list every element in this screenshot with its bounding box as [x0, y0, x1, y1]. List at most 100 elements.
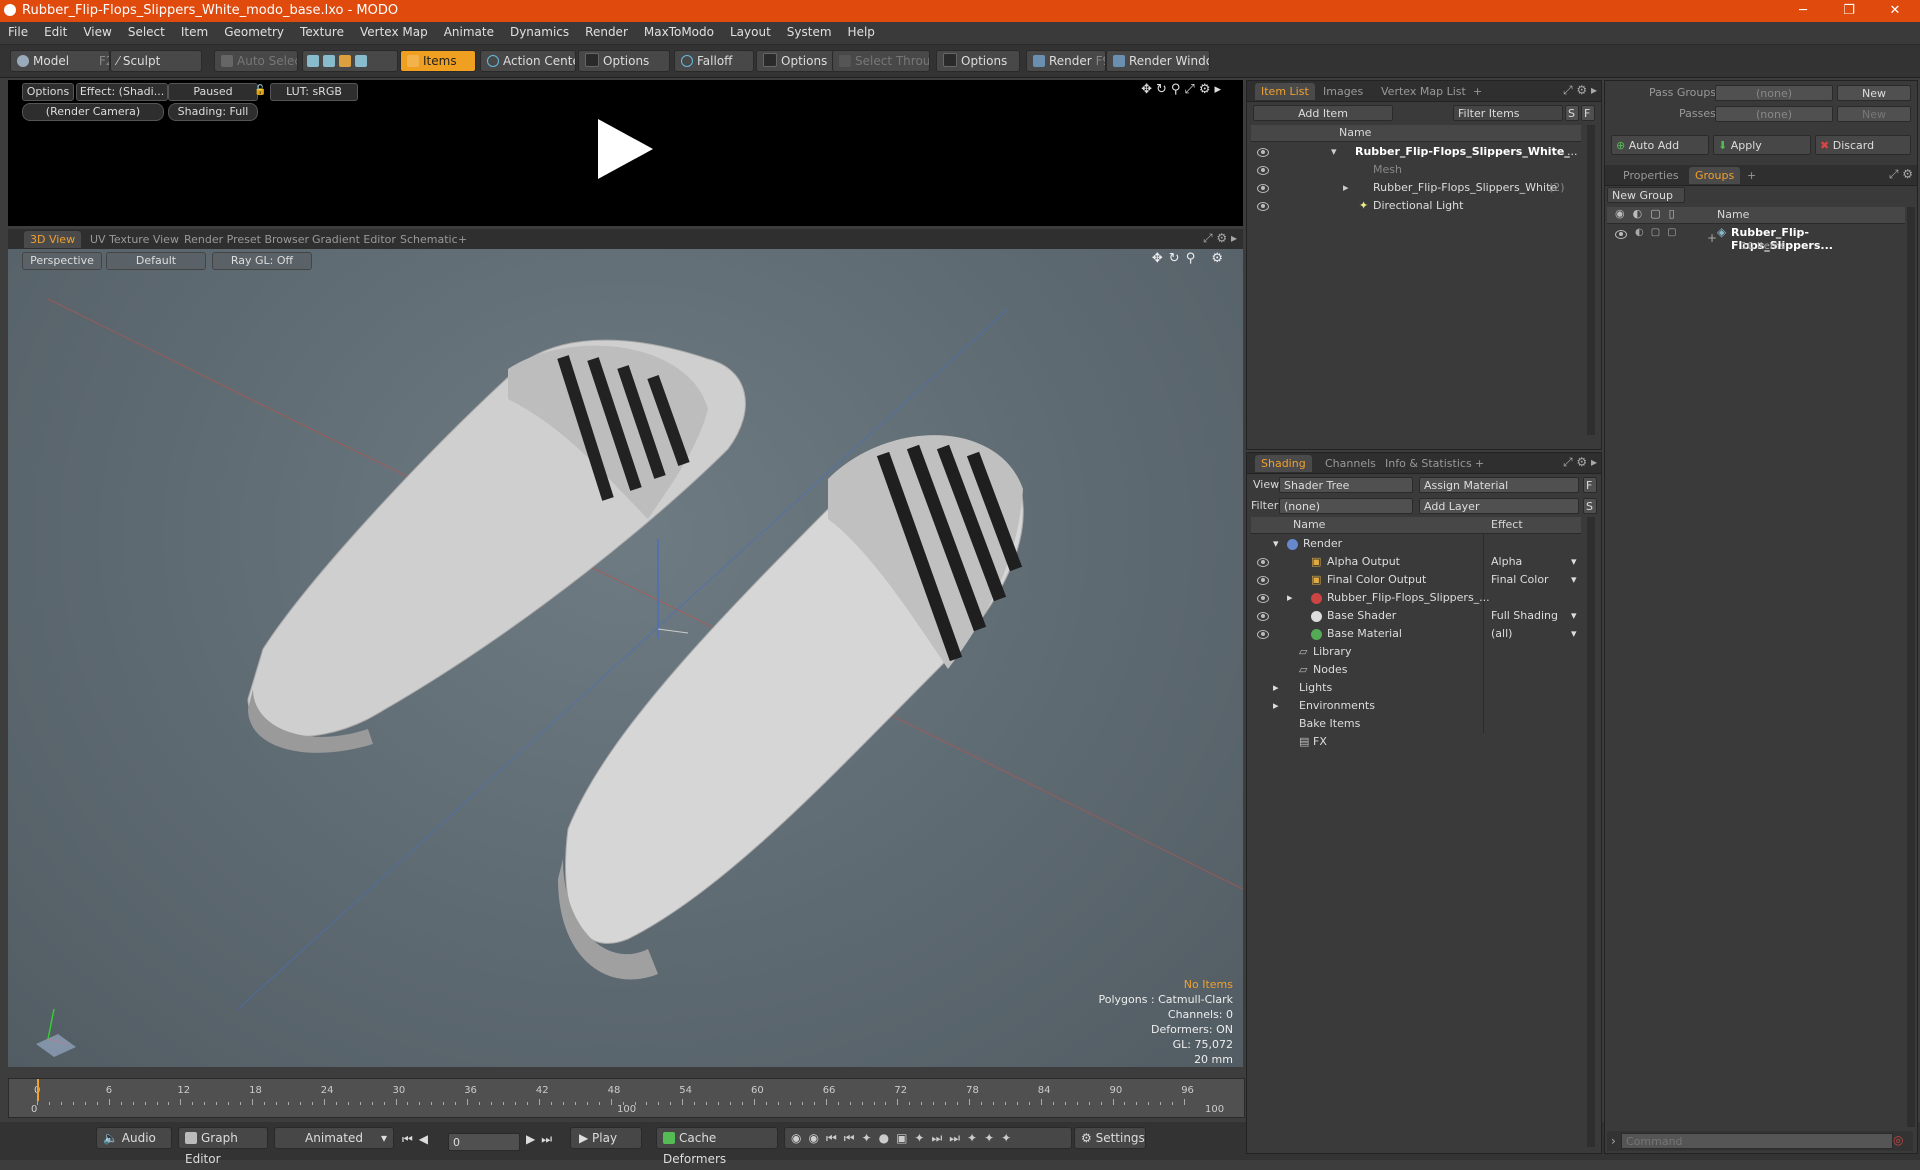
cache-deformers-button[interactable]: Cache Deformers	[656, 1127, 778, 1166]
tab-shading[interactable]: Shading	[1255, 455, 1312, 472]
tab-render-preset-browser[interactable]: Render Preset Browser	[178, 231, 315, 248]
menu-system[interactable]: System	[779, 22, 840, 39]
passes-dropdown[interactable]: (none)	[1715, 106, 1833, 122]
frame-input[interactable]: 0	[448, 1133, 520, 1151]
items-mode-button[interactable]: Items	[400, 50, 476, 72]
preview-options-button[interactable]: Options	[22, 83, 74, 101]
tab-channels[interactable]: Channels	[1319, 455, 1382, 472]
record-icon[interactable]: ◎	[1893, 1133, 1903, 1147]
new-pass-group-button[interactable]: New	[1837, 85, 1911, 101]
animated-dropdown[interactable]: Animated ▾	[274, 1127, 394, 1149]
eye-icon[interactable]	[1257, 148, 1269, 157]
maximize-button[interactable]: ❐	[1826, 0, 1872, 22]
assign-material-dropdown[interactable]: Assign Material	[1419, 477, 1579, 493]
tab-item-list[interactable]: Item List	[1255, 83, 1315, 100]
menu-maxtomodo[interactable]: MaxToModo	[636, 22, 722, 39]
shader-row-alpha-output[interactable]: ▣ Alpha Output Alpha ▾	[1251, 553, 1581, 571]
eye-icon[interactable]	[1257, 202, 1269, 211]
eye-icon[interactable]	[1257, 558, 1269, 567]
menu-texture[interactable]: Texture	[292, 22, 352, 39]
falloff-button[interactable]: Falloff	[674, 50, 754, 72]
render-camera-dropdown[interactable]: (Render Camera)	[22, 103, 164, 121]
frame-back-controls[interactable]: ⏮◀	[402, 1132, 434, 1147]
menu-geometry[interactable]: Geometry	[216, 22, 292, 39]
item-list-scrollbar[interactable]	[1587, 125, 1595, 435]
lock-icon[interactable]: 🔓	[254, 85, 266, 96]
add-tab-button[interactable]: +	[1741, 167, 1762, 184]
chevron-down-icon[interactable]: ▾	[1273, 535, 1279, 553]
shader-row-library[interactable]: ▱ Library	[1251, 643, 1581, 661]
new-pass-button[interactable]: New	[1837, 106, 1911, 122]
shading-scrollbar[interactable]	[1587, 517, 1595, 1147]
apply-button[interactable]: ⬇ Apply	[1713, 135, 1811, 155]
groups-scrollbar[interactable]	[1907, 207, 1915, 1127]
command-input[interactable]	[1621, 1133, 1893, 1149]
eye-icon[interactable]	[1615, 230, 1627, 239]
list-item[interactable]: ▸ Rubber_Flip-Flops_Slippers_White (2)	[1251, 179, 1581, 197]
play-button[interactable]: ▶ Play	[570, 1127, 642, 1149]
action-center-options-button[interactable]: Options	[578, 50, 670, 72]
shader-row-nodes[interactable]: ▱ Nodes	[1251, 661, 1581, 679]
preview-effect-dropdown[interactable]: Effect: (Shadi...	[76, 83, 168, 101]
sculpt-mode-button[interactable]: ⁄ Sculpt	[110, 50, 202, 72]
eye-icon[interactable]	[1257, 576, 1269, 585]
eye-icon[interactable]	[1257, 612, 1269, 621]
shader-row-base-shader[interactable]: Base Shader Full Shading ▾	[1251, 607, 1581, 625]
chevron-right-icon[interactable]: ▸	[1287, 589, 1293, 607]
add-tab-button[interactable]: +	[1467, 83, 1488, 100]
menu-layout[interactable]: Layout	[722, 22, 779, 39]
add-tab-button[interactable]: +	[452, 231, 473, 248]
chevron-down-icon[interactable]: ▾	[1571, 571, 1577, 589]
select-through-button[interactable]: Select Through	[832, 50, 930, 72]
lut-dropdown[interactable]: LUT: sRGB	[270, 83, 358, 101]
shader-row-render[interactable]: ▾ Render	[1251, 535, 1581, 553]
add-item-dropdown[interactable]: Add Item	[1253, 105, 1393, 121]
play-icon[interactable]	[588, 114, 658, 184]
groups-panel-icons[interactable]: ⤢ ⚙	[1889, 167, 1913, 182]
chevron-down-icon[interactable]: ▾	[1571, 607, 1577, 625]
menu-item[interactable]: Item	[173, 22, 216, 39]
menu-animate[interactable]: Animate	[436, 22, 502, 39]
minimize-button[interactable]: ─	[1780, 0, 1826, 22]
eye-icon[interactable]	[1257, 166, 1269, 175]
new-group-button[interactable]: New Group	[1607, 187, 1685, 203]
close-button[interactable]: ✕	[1872, 0, 1918, 22]
preview-paused-button[interactable]: Paused	[168, 83, 258, 101]
menu-vertex-map[interactable]: Vertex Map	[352, 22, 436, 39]
eye-icon[interactable]	[1257, 184, 1269, 193]
tab-3d-view[interactable]: 3D View	[24, 231, 82, 248]
list-item[interactable]: ✦ Directional Light	[1251, 197, 1581, 215]
tab-vertex-map-list[interactable]: Vertex Map List	[1375, 83, 1472, 100]
timeline[interactable]: 06121824303642485460667278849096 0 100 1…	[8, 1078, 1245, 1118]
shading-panel-icons[interactable]: ⤢ ⚙ ▸	[1563, 455, 1597, 470]
eye-icon[interactable]	[1257, 594, 1269, 603]
3d-viewport[interactable]: Perspective Default Ray GL: Off ✥↻⚲ ⚙ No…	[8, 249, 1243, 1067]
edges-mode-icon[interactable]	[323, 55, 335, 67]
chevron-right-icon[interactable]: ▸	[1273, 697, 1279, 715]
menu-file[interactable]: File	[0, 22, 36, 39]
filter-dropdown[interactable]: (none)	[1279, 498, 1413, 514]
shader-row-bake-items[interactable]: Bake Items	[1251, 715, 1581, 733]
chevron-right-icon[interactable]: ▸	[1273, 679, 1279, 697]
group-row[interactable]: ◐▢▢ + ◈ Rubber_Flip-Flops_Slippers... 10…	[1607, 225, 1905, 261]
shader-row-material-group[interactable]: ▸ Rubber_Flip-Flops_Slippers_...	[1251, 589, 1581, 607]
chevron-down-icon[interactable]: ▾	[1571, 625, 1577, 643]
tab-groups[interactable]: Groups	[1689, 167, 1741, 184]
shader-row-base-material[interactable]: Base Material (all) ▾	[1251, 625, 1581, 643]
shader-row-fx[interactable]: ▤ FX	[1251, 733, 1581, 751]
eye-icon[interactable]	[1257, 630, 1269, 639]
chevron-down-icon[interactable]: ▾	[1331, 143, 1337, 161]
render-window-button[interactable]: Render Window	[1106, 50, 1210, 72]
current-frame-marker[interactable]	[37, 1079, 39, 1101]
tab-properties[interactable]: Properties	[1617, 167, 1685, 184]
menu-help[interactable]: Help	[840, 22, 883, 39]
tab-gradient-editor[interactable]: Gradient Editor	[306, 231, 402, 248]
pass-groups-dropdown[interactable]: (none)	[1715, 85, 1833, 101]
audio-button[interactable]: 🔈 Audio	[96, 1127, 172, 1149]
vertices-mode-icon[interactable]	[307, 55, 319, 67]
settings-button[interactable]: ⚙ Settings	[1074, 1127, 1146, 1149]
shading-f-button[interactable]: F	[1583, 477, 1597, 493]
menu-dynamics[interactable]: Dynamics	[502, 22, 577, 39]
chevron-down-icon[interactable]: ▾	[1571, 553, 1577, 571]
chevron-right-icon[interactable]: ▸	[1343, 179, 1349, 197]
